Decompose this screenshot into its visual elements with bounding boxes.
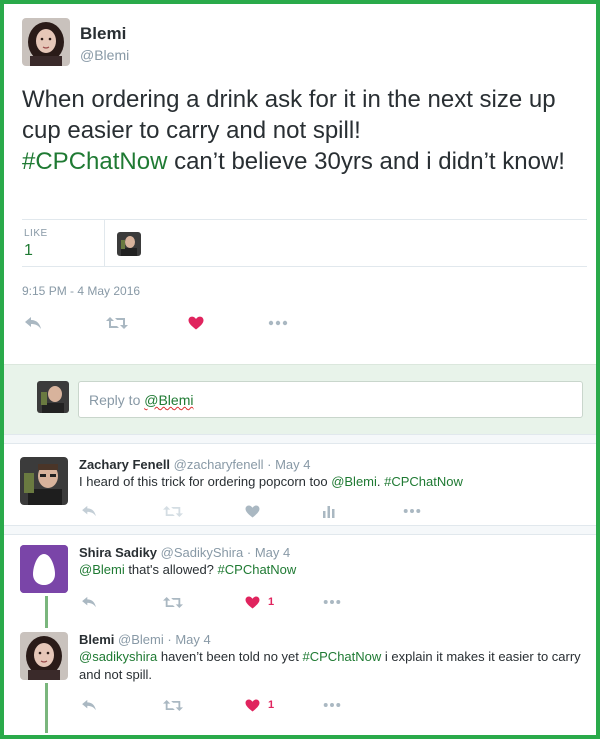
reply-author-handle[interactable]: @zacharyfenell: [174, 457, 264, 472]
reply-header: Blemi @Blemi · May 4: [79, 632, 211, 647]
reply-input-mention: @Blemi: [144, 392, 194, 408]
like-button[interactable]: [188, 312, 204, 334]
retweet-button[interactable]: [106, 312, 128, 334]
avatar-blemi[interactable]: [20, 632, 68, 680]
more-icon: [268, 320, 288, 326]
like-count: 1: [268, 596, 275, 608]
like-button[interactable]: 1: [245, 592, 274, 612]
more-button[interactable]: [268, 312, 288, 334]
reply-icon: [25, 317, 41, 329]
retweet-button[interactable]: [163, 501, 183, 521]
tweet-actions: [22, 312, 322, 334]
reply-actions: 1: [79, 592, 479, 612]
avatar-shira[interactable]: [20, 545, 68, 593]
reply-header: Zachary Fenell @zacharyfenell · May 4: [79, 457, 310, 472]
reply-date[interactable]: May 4: [275, 457, 310, 472]
like-button[interactable]: 1: [245, 695, 274, 715]
reply-text: @sadikyshira haven’t been told no yet #C…: [79, 648, 584, 684]
more-button[interactable]: [403, 501, 421, 521]
reply-tweet: Shira Sadiky @SadikyShira · May 4 @Blemi…: [4, 536, 596, 628]
more-icon: [323, 600, 341, 604]
more-button[interactable]: [323, 592, 341, 612]
heart-icon: [245, 596, 260, 609]
reply-input[interactable]: Reply to @Blemi: [78, 381, 583, 418]
like-count: 1: [268, 699, 275, 711]
mention-link[interactable]: @sadikyshira: [79, 649, 157, 664]
reply-icon: [82, 505, 96, 517]
tweet-text-tail: can’t believe 30yrs and i didn’t know!: [167, 148, 565, 175]
reply-compose: Reply to @Blemi: [4, 364, 596, 434]
hashtag-link[interactable]: #CPChatNow: [218, 562, 297, 577]
retweet-button[interactable]: [163, 695, 183, 715]
reply-text-part: haven’t been told no yet: [157, 649, 303, 664]
retweet-button[interactable]: [163, 592, 183, 612]
like-label: LIKE: [24, 228, 48, 239]
reply-button[interactable]: [81, 501, 97, 521]
reply-tweet: Blemi @Blemi · May 4 @sadikyshira haven’…: [4, 628, 596, 733]
section-separator: [4, 525, 596, 535]
hashtag-link[interactable]: #CPChatNow: [303, 649, 382, 664]
retweet-icon: [163, 699, 183, 711]
liker-avatar[interactable]: [117, 232, 141, 256]
reply-dot: ·: [246, 545, 252, 560]
heart-icon: [245, 505, 260, 518]
thread-line: [45, 683, 48, 733]
thread-line: [45, 596, 48, 628]
reply-text: @Blemi that's allowed? #CPChatNow: [79, 561, 584, 579]
reply-author-handle[interactable]: @Blemi: [118, 632, 164, 647]
reply-text-part: that's allowed?: [124, 562, 218, 577]
like-count[interactable]: 1: [24, 242, 33, 260]
reply-actions: 1: [79, 695, 479, 715]
egg-avatar-icon: [20, 545, 68, 593]
reply-text-part: I heard of this trick for ordering popco…: [79, 474, 332, 489]
reply-button[interactable]: [81, 592, 97, 612]
reply-icon: [82, 699, 96, 711]
analytics-icon: [323, 505, 335, 518]
reply-text: I heard of this trick for ordering popco…: [79, 473, 584, 491]
reply-dot: ·: [167, 632, 172, 647]
reply-author-name[interactable]: Shira Sadiky: [79, 545, 157, 560]
mention-link[interactable]: @Blemi: [79, 562, 125, 577]
analytics-button[interactable]: [323, 501, 335, 521]
main-tweet: Blemi @Blemi When ordering a drink ask f…: [4, 4, 596, 364]
reply-date[interactable]: May 4: [175, 632, 210, 647]
author-handle[interactable]: @Blemi: [80, 47, 129, 63]
tweet-text: When ordering a drink ask for it in the …: [22, 84, 582, 177]
retweet-icon: [163, 596, 183, 608]
heart-icon: [188, 316, 204, 330]
reply-dot: ·: [267, 457, 272, 472]
current-user-avatar[interactable]: [37, 381, 69, 413]
reply-date[interactable]: May 4: [255, 545, 290, 560]
hashtag-link[interactable]: #CPChatNow: [22, 148, 167, 175]
reply-icon: [82, 596, 96, 608]
reply-button[interactable]: [81, 695, 97, 715]
avatar-blemi[interactable]: [22, 18, 70, 66]
section-separator: [4, 434, 596, 444]
tweet-stats: LIKE 1: [22, 219, 587, 267]
mention-link[interactable]: @Blemi: [331, 474, 377, 489]
tweet-text-body: When ordering a drink ask for it in the …: [22, 86, 556, 144]
reply-author-handle[interactable]: @SadikyShira: [161, 545, 244, 560]
more-icon: [403, 509, 421, 513]
tweet-author[interactable]: Blemi @Blemi: [22, 18, 129, 66]
reply-author-name[interactable]: Blemi: [79, 632, 114, 647]
author-name[interactable]: Blemi: [80, 24, 129, 44]
like-button[interactable]: [245, 501, 260, 521]
reply-actions: [79, 501, 479, 521]
heart-icon: [245, 699, 260, 712]
retweet-icon: [163, 505, 183, 517]
more-button[interactable]: [323, 695, 341, 715]
avatar-zachary[interactable]: [20, 457, 68, 505]
more-icon: [323, 703, 341, 707]
hashtag-link[interactable]: #CPChatNow: [384, 474, 463, 489]
reply-input-prefix: Reply to: [89, 392, 145, 408]
reply-tweet: Zachary Fenell @zacharyfenell · May 4 I …: [4, 445, 596, 535]
reply-header: Shira Sadiky @SadikyShira · May 4: [79, 545, 290, 560]
retweet-icon: [106, 317, 128, 329]
reply-author-name[interactable]: Zachary Fenell: [79, 457, 170, 472]
tweet-timestamp[interactable]: 9:15 PM - 4 May 2016: [22, 284, 140, 298]
reply-button[interactable]: [24, 312, 42, 334]
stats-divider: [104, 220, 105, 266]
